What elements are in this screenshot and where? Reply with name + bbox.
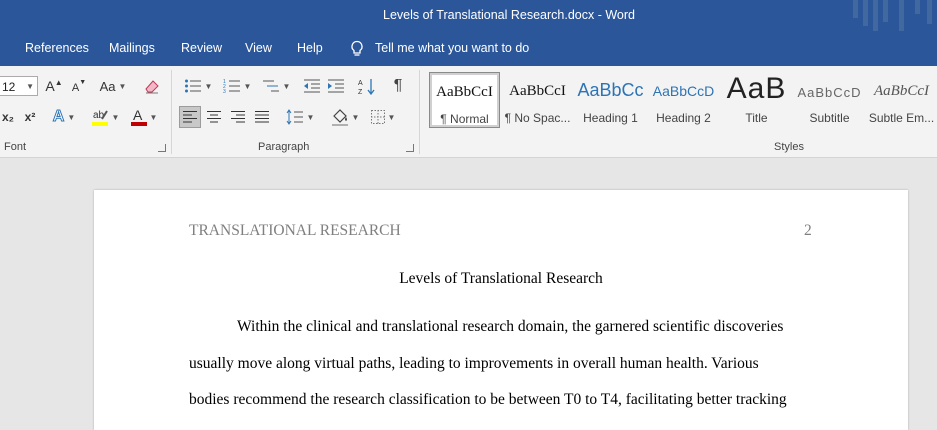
style-name: ¶ No Spac... xyxy=(504,111,571,125)
numbering-button[interactable]: 1 2 3 ▼ xyxy=(220,75,254,97)
style-normal[interactable]: AaBbCcI ¶ Normal xyxy=(429,72,500,128)
sort-icon: A Z xyxy=(358,79,375,95)
clear-formatting-button[interactable] xyxy=(142,75,162,97)
title-bar: Levels of Translational Research.docx - … xyxy=(0,0,937,31)
line-spacing-button[interactable]: ▼ xyxy=(283,106,317,128)
paragraph-group-label: Paragraph xyxy=(258,141,310,153)
lightbulb-icon xyxy=(351,40,363,56)
tab-references[interactable]: References xyxy=(25,31,89,66)
numbering-icon: 1 2 3 xyxy=(223,79,240,94)
font-group-label: Font xyxy=(4,141,27,153)
tab-mailings[interactable]: Mailings xyxy=(109,31,155,66)
grow-font-button[interactable]: A ▲ xyxy=(45,75,63,97)
window-title: Levels of Translational Research.docx - … xyxy=(383,8,635,22)
page-number: 2 xyxy=(804,222,812,239)
font-size-value: 12 xyxy=(2,80,16,94)
align-left-button[interactable] xyxy=(179,106,201,128)
tell-me-search[interactable]: Tell me what you want to do xyxy=(350,31,529,66)
ribbon: 12 ▼ A ▲ A ▼ Aa ▼ x₂ x² A ▼ ab ▼ A ▼ Font xyxy=(0,66,937,158)
bullets-button[interactable]: ▼ xyxy=(181,75,215,97)
style-name: Title xyxy=(745,111,768,125)
decrease-indent-button[interactable] xyxy=(302,75,322,97)
style-preview: AaBbCcD xyxy=(797,85,862,100)
shading-button[interactable]: ▼ xyxy=(328,106,362,128)
style-heading-1[interactable]: AaBbCc Heading 1 xyxy=(575,72,646,128)
styles-group-label: Styles xyxy=(774,141,804,153)
tell-me-text: Tell me what you want to do xyxy=(375,41,530,55)
subscript-button[interactable]: x₂ xyxy=(0,106,16,128)
tab-help[interactable]: Help xyxy=(297,31,323,66)
align-right-icon xyxy=(231,111,245,123)
text-effects-button[interactable]: A ▼ xyxy=(50,106,78,128)
style-preview: AaBbCcD xyxy=(652,83,715,99)
tab-view[interactable]: View xyxy=(245,31,272,66)
paint-bucket-icon xyxy=(331,109,348,126)
borders-button[interactable]: ▼ xyxy=(366,106,400,128)
style-preview: AaBbCcI xyxy=(509,83,566,99)
show-formatting-marks-button[interactable]: ¶ xyxy=(388,75,408,97)
style-heading-2[interactable]: AaBbCcD Heading 2 xyxy=(648,72,719,128)
svg-text:A: A xyxy=(358,80,363,87)
eraser-icon xyxy=(145,80,159,94)
decrease-indent-icon xyxy=(304,79,320,93)
style-title[interactable]: AaB Title xyxy=(721,72,792,128)
paragraph-line: usually move along virtual paths, leadin… xyxy=(189,355,759,372)
increase-indent-icon xyxy=(328,79,344,93)
tab-review[interactable]: Review xyxy=(181,31,222,66)
group-divider xyxy=(171,70,172,154)
style-preview: AaBbCc xyxy=(577,80,644,100)
shrink-font-button[interactable]: A ▼ xyxy=(70,75,88,97)
document-page[interactable]: TRANSLATIONAL RESEARCH 2 Levels of Trans… xyxy=(94,190,908,430)
paragraph-line: Within the clinical and translational re… xyxy=(237,318,784,335)
increase-indent-button[interactable] xyxy=(326,75,346,97)
justify-icon xyxy=(255,111,269,123)
font-size-box[interactable]: 12 ▼ xyxy=(0,76,38,96)
svg-text:Z: Z xyxy=(358,89,363,95)
style-preview: AaB xyxy=(726,72,787,105)
group-divider xyxy=(419,70,420,154)
align-right-button[interactable] xyxy=(228,106,248,128)
chevron-down-icon: ▼ xyxy=(26,82,34,91)
running-head: TRANSLATIONAL RESEARCH xyxy=(189,222,401,239)
document-heading: Levels of Translational Research xyxy=(399,270,603,287)
style-preview: AaBbCcI xyxy=(436,84,493,100)
style-name: ¶ Normal xyxy=(440,112,489,126)
superscript-button[interactable]: x² xyxy=(20,106,40,128)
sort-button[interactable]: A Z xyxy=(357,75,377,97)
styles-gallery: AaBbCcI ¶ Normal AaBbCcI ¶ No Spac... Aa… xyxy=(429,70,937,132)
paragraph-line: bodies recommend the research classifica… xyxy=(189,391,787,408)
arrow-down-icon: ▼ xyxy=(79,78,87,86)
multilevel-list-icon xyxy=(262,80,279,92)
multilevel-list-button[interactable]: ▼ xyxy=(259,75,293,97)
justify-button[interactable] xyxy=(252,106,272,128)
style-subtitle[interactable]: AaBbCcD Subtitle xyxy=(794,72,865,128)
arrow-up-icon: ▲ xyxy=(54,77,63,87)
style-name: Subtle Em... xyxy=(868,111,935,125)
align-center-button[interactable] xyxy=(204,106,224,128)
change-case-button[interactable]: Aa ▼ xyxy=(97,75,129,97)
highlighter-icon: ab xyxy=(91,110,108,126)
style-name: Heading 2 xyxy=(656,111,711,125)
svg-text:A: A xyxy=(133,107,143,123)
style-subtle-emphasis[interactable]: AaBbCcI Subtle Em... xyxy=(866,72,937,128)
style-name: Heading 1 xyxy=(583,111,638,125)
align-left-icon xyxy=(183,111,197,123)
align-center-icon xyxy=(207,111,221,123)
title-bar-pattern xyxy=(847,0,937,31)
font-color-icon: A xyxy=(130,107,147,126)
highlight-color-button[interactable]: ab ▼ xyxy=(88,106,122,128)
style-name: Subtitle xyxy=(809,111,850,125)
line-spacing-icon xyxy=(286,109,303,125)
style-no-spacing[interactable]: AaBbCcI ¶ No Spac... xyxy=(502,72,573,128)
bullets-icon xyxy=(184,79,201,93)
svg-text:3: 3 xyxy=(223,89,226,94)
font-color-button[interactable]: A ▼ xyxy=(127,106,161,128)
ribbon-tabs: References Mailings Review View Help Tel… xyxy=(0,31,937,66)
text-effects-icon: A xyxy=(52,108,65,126)
borders-icon xyxy=(370,110,385,124)
font-dialog-launcher[interactable] xyxy=(158,144,166,152)
style-preview: AaBbCcI xyxy=(874,83,929,99)
paragraph-dialog-launcher[interactable] xyxy=(406,144,414,152)
